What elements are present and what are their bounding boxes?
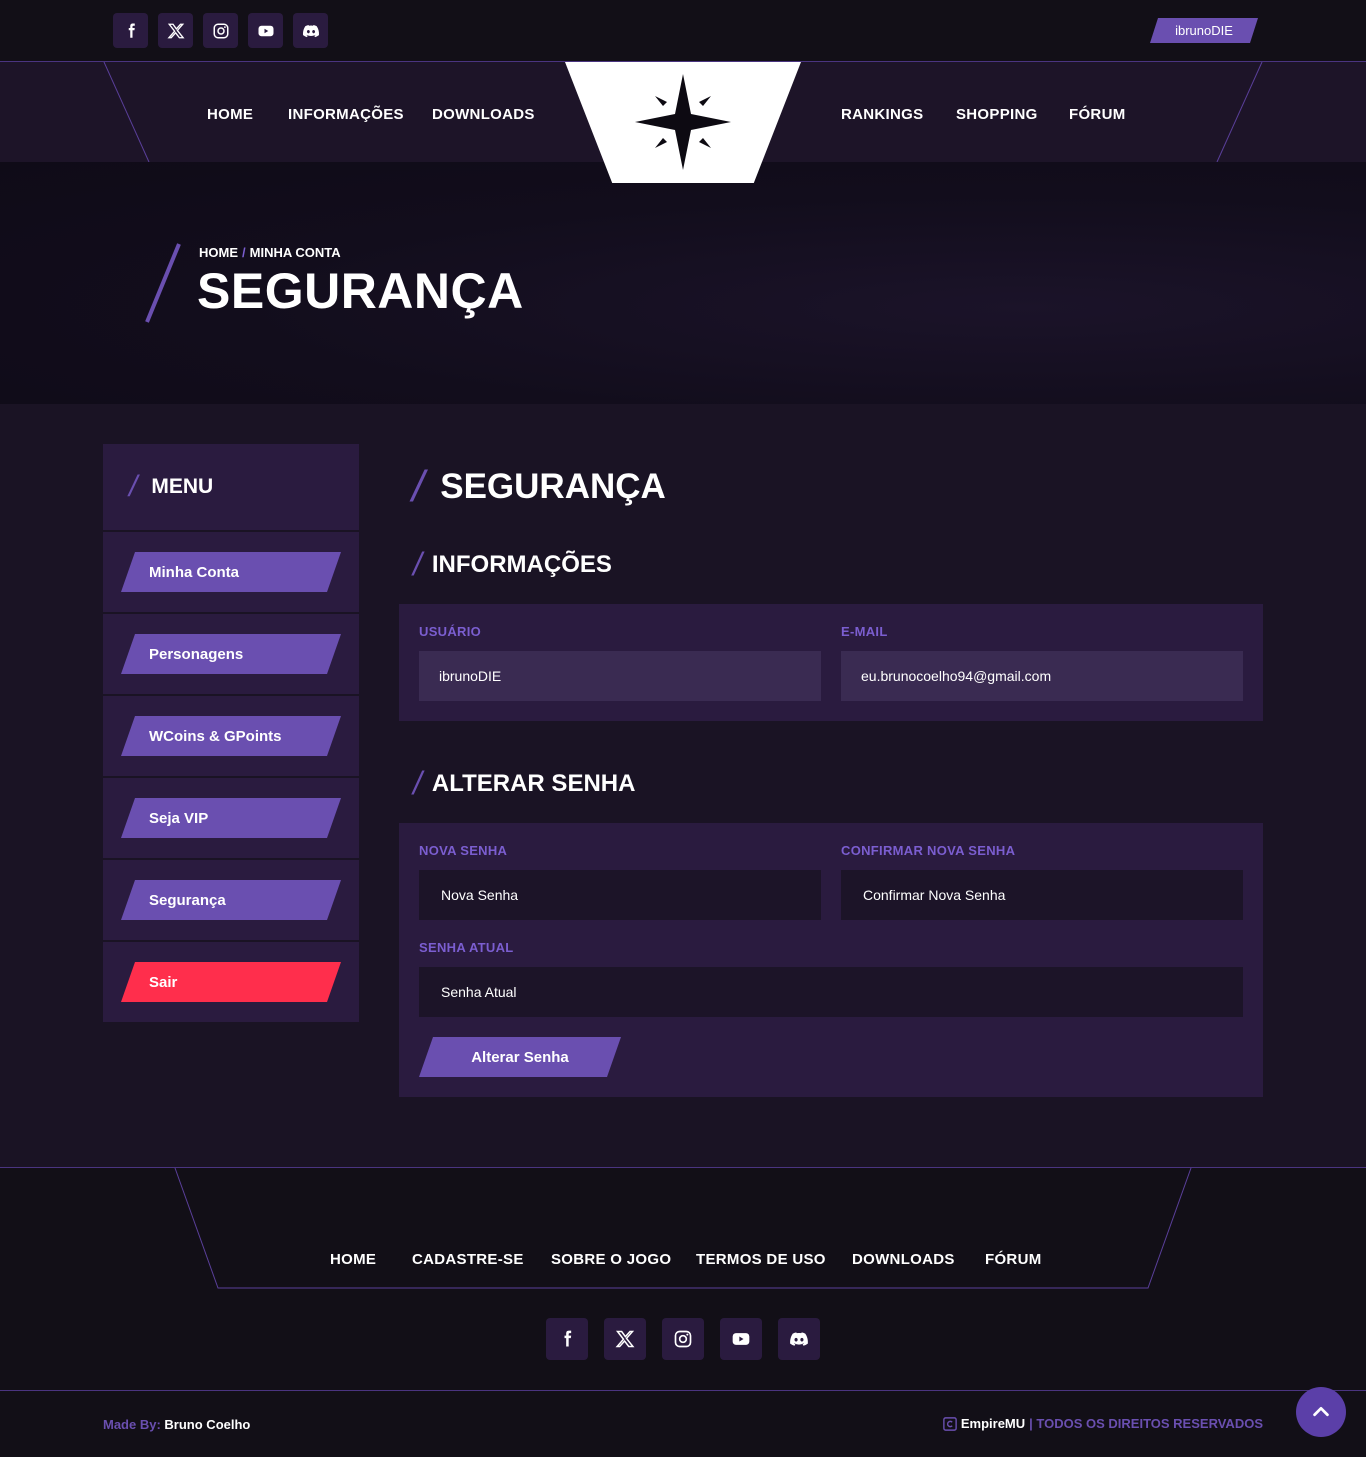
user-label: USUÁRIO	[419, 624, 482, 639]
page-title: SEGURANÇA	[197, 263, 524, 319]
sidebar-item-sair[interactable]: Sair	[121, 962, 341, 1002]
footer: HOME CADASTRE-SE SOBRE O JOGO TERMOS DE …	[0, 1167, 1366, 1390]
facebook-icon[interactable]	[113, 13, 148, 48]
x-icon[interactable]	[158, 13, 193, 48]
current-password-input[interactable]: Senha Atual	[419, 967, 1243, 1017]
nav-home[interactable]: HOME	[207, 106, 253, 123]
instagram-icon[interactable]	[203, 13, 238, 48]
email-field: eu.brunocoelho94@gmail.com	[841, 651, 1243, 701]
hero-slash-decoration	[145, 243, 181, 323]
content-title-slash: /	[412, 462, 425, 511]
social-links-bottom	[546, 1318, 820, 1360]
sidebar-row: WCoins & GPoints	[103, 696, 359, 776]
sidebar-item-seguranca[interactable]: Segurança	[121, 880, 341, 920]
content-title-text: SEGURANÇA	[440, 467, 666, 506]
facebook-icon[interactable]	[546, 1318, 588, 1360]
content-title: / SEGURANÇA	[412, 462, 666, 512]
current-password-label: SENHA ATUAL	[419, 940, 514, 955]
compass-star-icon	[635, 74, 731, 170]
made-by-label: Made By:	[103, 1417, 161, 1432]
sidebar-header: / MENU	[103, 444, 359, 530]
user-badge[interactable]: ibrunoDIE	[1150, 18, 1258, 43]
sidebar-row: Segurança	[103, 860, 359, 940]
brand-name: EmpireMU	[960, 1416, 1026, 1431]
breadcrumb-separator: /	[242, 245, 246, 260]
discord-icon[interactable]	[778, 1318, 820, 1360]
youtube-icon[interactable]	[248, 13, 283, 48]
chevron-up-icon	[1313, 1406, 1329, 1417]
nav-informacoes[interactable]: INFORMAÇÕES	[288, 106, 404, 123]
bottom-bar: Made By: Bruno Coelho EmpireMU | TODOS O…	[0, 1390, 1366, 1457]
footer-decoration	[174, 1168, 1192, 1289]
copyright: EmpireMU | TODOS OS DIREITOS RESERVADOS	[943, 1416, 1263, 1431]
info-section-title-text: INFORMAÇÕES	[431, 550, 612, 578]
info-section-title: / INFORMAÇÕES	[413, 546, 612, 583]
back-to-top-button[interactable]	[1296, 1387, 1346, 1437]
made-by-name: Bruno Coelho	[164, 1417, 251, 1432]
top-bar: ibrunoDIE	[0, 0, 1366, 61]
made-by: Made By: Bruno Coelho	[103, 1417, 250, 1432]
email-label: E-MAIL	[841, 624, 888, 639]
sidebar-row: Seja VIP	[103, 778, 359, 858]
instagram-icon[interactable]	[662, 1318, 704, 1360]
password-section-title-text: ALTERAR SENHA	[431, 769, 636, 797]
sidebar-row: Minha Conta	[103, 532, 359, 612]
breadcrumb-home[interactable]: HOME	[199, 245, 238, 260]
x-icon[interactable]	[604, 1318, 646, 1360]
sidebar-slash: /	[129, 470, 138, 503]
social-links-top	[113, 13, 328, 48]
youtube-icon[interactable]	[720, 1318, 762, 1360]
section-slash: /	[413, 546, 422, 582]
sidebar-item-personagens[interactable]: Personagens	[121, 634, 341, 674]
sidebar-item-minha-conta[interactable]: Minha Conta	[121, 552, 341, 592]
sidebar-item-wcoins[interactable]: WCoins & GPoints	[121, 716, 341, 756]
sidebar-item-seja-vip[interactable]: Seja VIP	[121, 798, 341, 838]
nav-forum[interactable]: FÓRUM	[1069, 106, 1126, 123]
sidebar-row: Sair	[103, 942, 359, 1022]
section-slash: /	[413, 765, 422, 801]
footer-nav-home[interactable]: HOME	[330, 1251, 376, 1268]
nav-downloads[interactable]: DOWNLOADS	[432, 106, 535, 123]
confirm-password-label: CONFIRMAR NOVA SENHA	[841, 843, 1016, 858]
password-section-title: / ALTERAR SENHA	[413, 765, 635, 802]
sidebar-row: Personagens	[103, 614, 359, 694]
footer-nav-sobre[interactable]: SOBRE O JOGO	[551, 1251, 671, 1268]
user-field: ibrunoDIE	[419, 651, 821, 701]
sidebar-menu: / MENU Minha Conta Personagens WCoins & …	[103, 444, 359, 1024]
breadcrumb: HOME / MINHA CONTA	[199, 245, 341, 260]
change-password-button[interactable]: Alterar Senha	[419, 1037, 621, 1077]
new-password-input[interactable]: Nova Senha	[419, 870, 821, 920]
footer-nav-forum[interactable]: FÓRUM	[985, 1251, 1042, 1268]
rights-text: | TODOS OS DIREITOS RESERVADOS	[1029, 1416, 1263, 1431]
sidebar-title: MENU	[151, 475, 214, 498]
discord-icon[interactable]	[293, 13, 328, 48]
footer-nav-termos[interactable]: TERMOS DE USO	[696, 1251, 826, 1268]
footer-nav-downloads[interactable]: DOWNLOADS	[852, 1251, 955, 1268]
confirm-password-input[interactable]: Confirmar Nova Senha	[841, 870, 1243, 920]
footer-nav-cadastre[interactable]: CADASTRE-SE	[412, 1251, 524, 1268]
new-password-label: NOVA SENHA	[419, 843, 508, 858]
nav-rankings[interactable]: RANKINGS	[841, 106, 923, 123]
breadcrumb-current: MINHA CONTA	[249, 245, 341, 260]
nav-shopping[interactable]: SHOPPING	[956, 106, 1038, 123]
copyright-icon	[943, 1416, 957, 1431]
